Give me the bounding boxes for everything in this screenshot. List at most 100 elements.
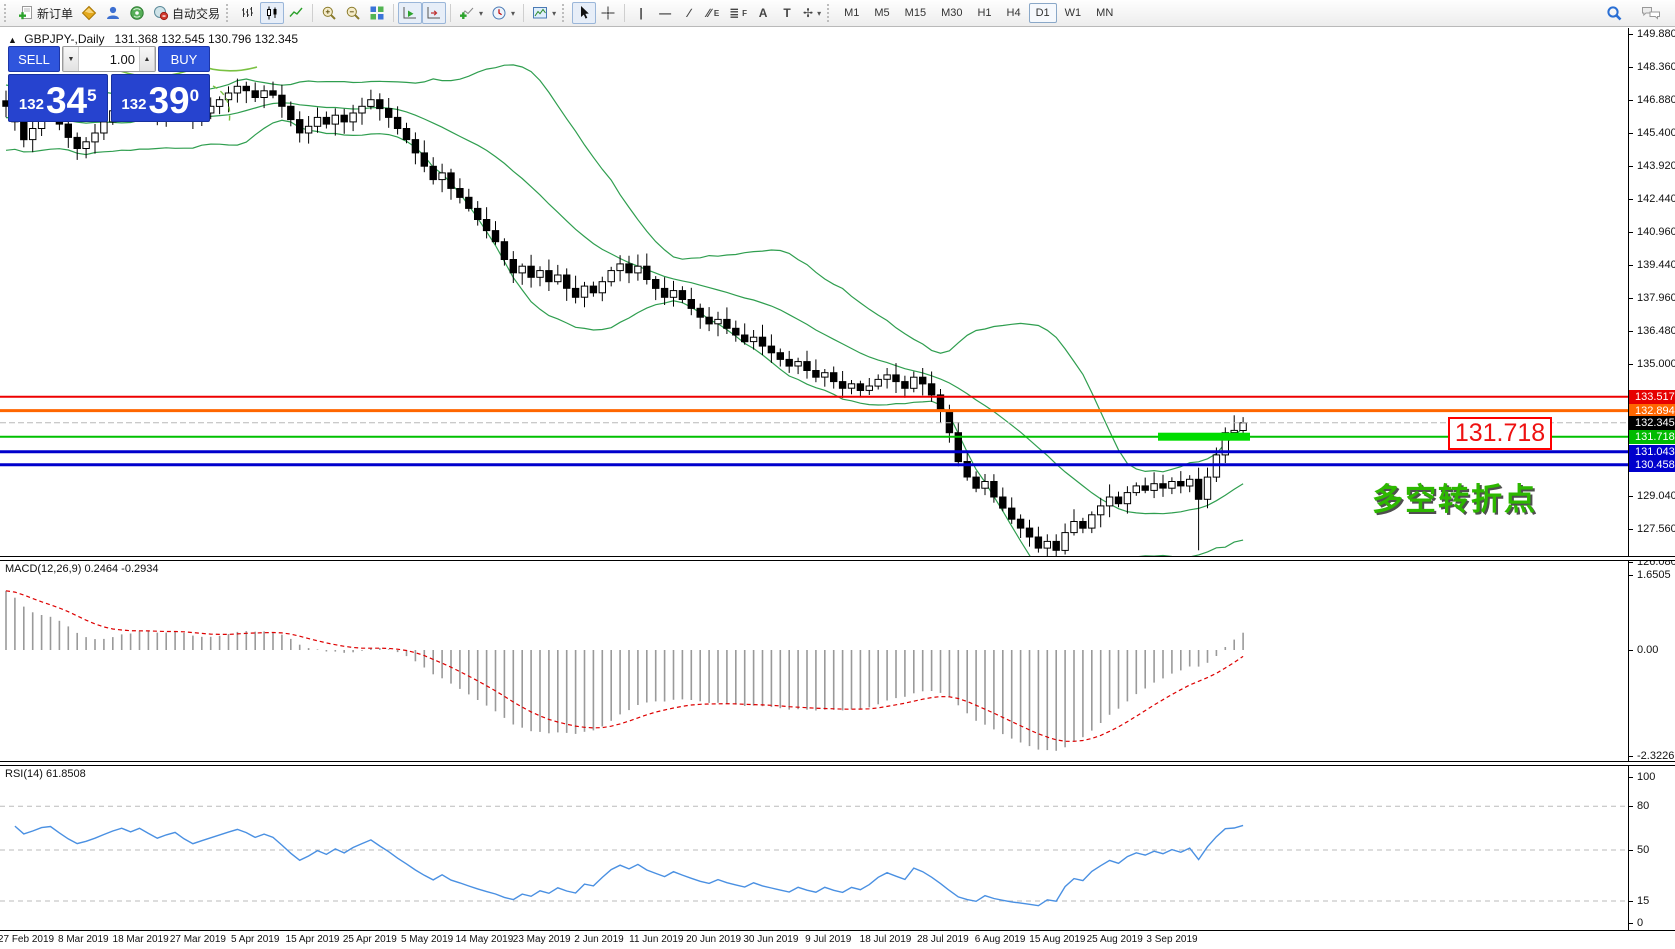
search-icon[interactable] [1606, 5, 1623, 22]
bear-candle [644, 266, 650, 279]
trendline-tool[interactable]: ∕ [677, 2, 701, 24]
timeframe-m15[interactable]: M15 [898, 3, 933, 23]
rsi-indicator-panel[interactable] [0, 765, 1628, 930]
bear-candle [928, 384, 934, 395]
equidistant-channel-tool[interactable]: ∕∕E [701, 2, 725, 24]
axis-tick-label: 129.040 [1629, 490, 1675, 503]
broadcast-button[interactable] [125, 2, 149, 24]
arrows-tool[interactable]: ✢▾ [799, 2, 825, 24]
price-flag-131718[interactable]: 131.718 [1448, 417, 1552, 450]
date-tick-label: 27 Feb 2019 [0, 934, 54, 945]
axis-tick-label: 127.560 [1629, 523, 1675, 536]
bear-candle [288, 106, 294, 119]
cursor-tool[interactable] [572, 2, 596, 24]
timeframe-mn[interactable]: MN [1089, 3, 1120, 23]
buy-price-box[interactable]: 132 39 0 [111, 74, 211, 122]
window-splitter[interactable] [0, 761, 1675, 766]
text-tool[interactable]: A [751, 2, 775, 24]
indicators-button[interactable]: ▾ [455, 2, 487, 24]
timeframe-w1[interactable]: W1 [1058, 3, 1089, 23]
timeframe-h1[interactable]: H1 [970, 3, 998, 23]
rsi-line [15, 825, 1243, 905]
turning-point-annotation[interactable]: 多空转折点 [1372, 474, 1537, 519]
chart-shift-button[interactable] [422, 2, 446, 24]
bear-candle [252, 91, 258, 98]
window-splitter[interactable] [0, 556, 1675, 561]
crosshair-icon [600, 5, 616, 21]
bull-candle [1044, 541, 1050, 548]
bear-candle [973, 477, 979, 488]
sell-price-box[interactable]: 132 34 5 [8, 74, 108, 122]
axis-tick-label: 80 [1629, 800, 1675, 813]
volume-input[interactable] [79, 47, 139, 71]
sell-price-sup: 5 [87, 89, 96, 103]
fibonacci-tool[interactable]: ≣F [725, 2, 751, 24]
templates-button[interactable]: ▾ [528, 2, 560, 24]
timeframe-d1[interactable]: D1 [1029, 3, 1057, 23]
line-chart-button[interactable] [284, 2, 308, 24]
volume-increase-button[interactable]: ▲ [139, 47, 155, 71]
price-level-label: 130.458 [1629, 458, 1675, 472]
periods-button[interactable]: ▾ [487, 2, 519, 24]
candlestick-chart-button[interactable] [260, 2, 284, 24]
timeframe-h4[interactable]: H4 [1000, 3, 1028, 23]
date-axis[interactable]: 27 Feb 20198 Mar 201918 Mar 201927 Mar 2… [0, 930, 1675, 949]
text-label-tool[interactable]: T [775, 2, 799, 24]
bear-candle [804, 362, 810, 371]
vertical-line-tool[interactable]: | [629, 2, 653, 24]
bear-candle [1000, 497, 1006, 508]
crosshair-tool[interactable] [596, 2, 620, 24]
horizontal-line-tool[interactable]: — [653, 2, 677, 24]
zoom-in-button[interactable] [317, 2, 341, 24]
sell-price-prefix: 132 [19, 93, 44, 117]
date-tick-label: 18 Mar 2019 [113, 934, 169, 945]
dropdown-caret: ▾ [817, 9, 821, 18]
auto-trading-button[interactable]: 自动交易 [149, 2, 224, 24]
bar-chart-button[interactable] [236, 2, 260, 24]
bull-candle [225, 93, 231, 100]
bear-candle [546, 271, 552, 282]
new-order-button[interactable]: 新订单 [14, 2, 77, 24]
one-click-trading-panel: SELL ▼ ▲ BUY 132 34 5 132 39 0 [8, 46, 210, 122]
tile-windows-button[interactable] [365, 2, 389, 24]
bear-candle [65, 124, 71, 137]
toolbar-grip [226, 4, 232, 22]
date-tick-label: 2 Jun 2019 [574, 934, 624, 945]
sell-button[interactable]: SELL [8, 46, 60, 72]
bull-candle [314, 117, 320, 126]
highlight-segment[interactable] [1158, 433, 1250, 441]
bear-candle [483, 220, 489, 231]
auto-scroll-button[interactable] [398, 2, 422, 24]
axis-tick-label: 149.880 [1629, 28, 1675, 41]
macd-label: MACD(12,26,9) 0.2464 -0.2934 [5, 563, 158, 575]
bear-candle [21, 122, 27, 140]
bear-candle [902, 382, 908, 389]
macd-indicator-panel[interactable] [0, 560, 1628, 761]
bull-candle [599, 282, 605, 293]
date-tick-label: 11 Jun 2019 [629, 934, 683, 945]
timeframe-m1[interactable]: M1 [837, 3, 866, 23]
volume-decrease-button[interactable]: ▼ [63, 47, 79, 71]
timeframe-m5[interactable]: M5 [867, 3, 896, 23]
buy-button[interactable]: BUY [158, 46, 210, 72]
macd-signal-line [6, 591, 1243, 742]
bear-candle [813, 371, 819, 378]
collapse-marker-icon[interactable]: ▲ [8, 35, 17, 45]
metaquotes-button[interactable] [77, 2, 101, 24]
chat-icon[interactable] [1641, 5, 1661, 21]
date-tick-label: 18 Jul 2019 [860, 934, 912, 945]
bull-candle [1071, 522, 1077, 533]
bear-candle [430, 166, 436, 179]
bear-candle [501, 242, 507, 260]
bear-candle [323, 117, 329, 124]
template-icon [532, 5, 548, 21]
bear-candle [1178, 482, 1184, 486]
price-axis[interactable]: 149.880148.360146.880145.400143.920142.4… [1628, 28, 1675, 930]
timeframe-m30[interactable]: M30 [934, 3, 969, 23]
axis-tick-label: 15 [1629, 895, 1675, 908]
bear-candle [1160, 484, 1166, 488]
bull-candle [519, 266, 525, 273]
bull-candle [30, 129, 36, 140]
market-watch-button[interactable] [101, 2, 125, 24]
zoom-out-button[interactable] [341, 2, 365, 24]
